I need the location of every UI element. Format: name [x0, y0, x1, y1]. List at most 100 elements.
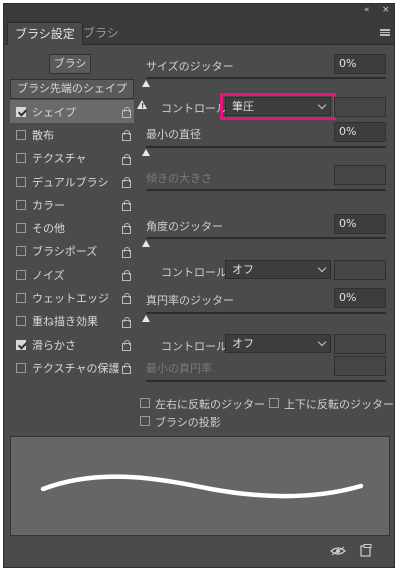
- lock-icon[interactable]: [121, 316, 131, 328]
- lock-icon[interactable]: [121, 339, 131, 351]
- control-select-3[interactable]: オフ: [225, 334, 331, 353]
- min-roundness-value: [334, 356, 386, 376]
- size-jitter-value[interactable]: 0%: [334, 54, 386, 74]
- category-checkbox[interactable]: [16, 199, 26, 210]
- bottom-toolbar: [4, 537, 394, 567]
- category-label: ブラシポーズ: [32, 245, 98, 259]
- eye-icon[interactable]: [330, 546, 346, 556]
- lock-icon[interactable]: [121, 223, 131, 235]
- angle-jitter-value[interactable]: 0%: [334, 214, 386, 234]
- lock-icon[interactable]: [121, 246, 131, 258]
- roundness-jitter-slider[interactable]: [146, 312, 386, 314]
- brush-button[interactable]: ブラシ: [49, 54, 91, 74]
- category-item[interactable]: 重ね描き効果: [10, 310, 134, 333]
- category-item[interactable]: ウェットエッジ: [10, 286, 134, 309]
- min-diameter-slider[interactable]: [146, 146, 386, 148]
- stroke-preview-graphic: [40, 474, 364, 499]
- category-item[interactable]: 滑らかさ: [10, 333, 134, 356]
- roundness-jitter-label: 真円率のジッター: [146, 294, 234, 307]
- roundness-jitter-value[interactable]: 0%: [334, 288, 386, 308]
- new-preset-icon[interactable]: [360, 544, 372, 557]
- min-diameter-label: 最小の直径: [146, 128, 201, 141]
- tab-brush[interactable]: ブラシ: [76, 22, 126, 45]
- category-label: デュアルブラシ: [32, 175, 109, 189]
- size-jitter-label: サイズのジッター: [146, 60, 234, 73]
- tilt-scale-value: [334, 165, 386, 185]
- control-select-2-value: オフ: [232, 263, 254, 276]
- category-item[interactable]: ノイズ: [10, 263, 134, 286]
- category-item[interactable]: その他: [10, 216, 134, 239]
- category-checkbox[interactable]: [16, 293, 26, 304]
- min-diameter-value[interactable]: 0%: [334, 122, 386, 142]
- brush-stroke-preview: [10, 436, 390, 536]
- lock-icon[interactable]: [121, 153, 131, 165]
- tilt-scale-label: 傾きの大きさ: [146, 172, 212, 185]
- control-2-extra-field: [334, 260, 386, 280]
- category-checkbox[interactable]: [16, 316, 26, 327]
- close-icon[interactable]: ×: [382, 5, 390, 16]
- size-jitter-slider-thumb[interactable]: [142, 80, 150, 87]
- category-label: その他: [32, 222, 65, 236]
- tab-brush-settings[interactable]: ブラシ設定: [7, 22, 83, 45]
- lock-icon[interactable]: [121, 293, 131, 305]
- category-checkbox[interactable]: [16, 246, 26, 257]
- flip-y-checkbox[interactable]: [269, 398, 279, 408]
- control-select-3-value: オフ: [232, 337, 254, 350]
- angle-jitter-label: 角度のジッター: [146, 220, 223, 233]
- lock-icon[interactable]: [121, 130, 131, 142]
- flip-x-checkbox[interactable]: [140, 398, 150, 408]
- lock-icon[interactable]: [121, 363, 131, 375]
- category-item[interactable]: テクスチャの保護: [10, 356, 134, 379]
- category-checkbox[interactable]: [16, 153, 26, 164]
- size-jitter-slider[interactable]: [146, 77, 386, 79]
- category-item[interactable]: シェイプ: [10, 100, 134, 124]
- control-select-2[interactable]: オフ: [225, 260, 331, 279]
- min-roundness-label: 最小の真円率: [146, 362, 212, 375]
- category-label: テクスチャの保護: [32, 361, 120, 375]
- lock-icon[interactable]: [121, 107, 131, 118]
- category-checkbox[interactable]: [16, 223, 26, 234]
- brush-projection-checkbox[interactable]: [140, 416, 150, 426]
- category-checkbox[interactable]: [16, 362, 26, 373]
- chevron-down-icon: [317, 337, 327, 347]
- lock-icon[interactable]: [121, 200, 131, 212]
- panel-top-strip: « ×: [4, 4, 394, 18]
- category-item[interactable]: カラー: [10, 193, 134, 216]
- category-label: カラー: [32, 198, 65, 212]
- category-checkbox[interactable]: [16, 269, 26, 280]
- highlight-box: [220, 93, 336, 120]
- chevron-down-icon: [317, 263, 327, 273]
- panel-menu-icon[interactable]: [380, 29, 390, 36]
- category-label: ウェットエッジ: [32, 292, 109, 306]
- category-checkbox[interactable]: [16, 129, 26, 140]
- category-item[interactable]: 散布: [10, 123, 134, 146]
- category-checkbox[interactable]: [16, 176, 26, 187]
- control-1-extra-field: [334, 97, 386, 117]
- category-label: テクスチャ: [32, 152, 87, 166]
- angle-jitter-slider[interactable]: [146, 237, 386, 239]
- category-item[interactable]: ブラシポーズ: [10, 240, 134, 263]
- min-diameter-slider-thumb[interactable]: [142, 149, 150, 156]
- lock-icon[interactable]: [121, 176, 131, 188]
- category-checkbox[interactable]: [16, 106, 26, 117]
- category-label: シェイプ: [32, 105, 76, 119]
- category-label: ノイズ: [32, 268, 65, 282]
- category-label: 散布: [32, 128, 54, 142]
- control-3-extra-field: [334, 334, 386, 354]
- settings-category-list: シェイプ散布テクスチャデュアルブラシ カラーその他ブラシポーズ ノイズウェットエッジ…: [10, 100, 134, 380]
- collapse-icon[interactable]: «: [364, 5, 370, 16]
- category-item[interactable]: テクスチャ: [10, 147, 134, 170]
- category-label: 重ね描き効果: [32, 315, 98, 329]
- brush-settings-panel: « × ブラシ設定 ブラシ ブラシ ブラシ先端のシェイプ シェイプ散布テクスチャ…: [3, 3, 395, 568]
- warning-icon: !: [137, 100, 147, 110]
- min-roundness-slider: [146, 380, 386, 382]
- category-checkbox[interactable]: [16, 339, 26, 350]
- lock-icon[interactable]: [121, 270, 131, 282]
- brush-projection-label: ブラシの投影: [155, 416, 221, 429]
- flip-y-label: 上下に反転のジッター: [284, 398, 394, 411]
- angle-jitter-slider-thumb[interactable]: [142, 240, 150, 247]
- roundness-jitter-slider-thumb[interactable]: [142, 315, 150, 322]
- flip-x-label: 左右に反転のジッター: [155, 398, 265, 411]
- category-item[interactable]: デュアルブラシ: [10, 170, 134, 193]
- brush-tip-shape-button[interactable]: ブラシ先端のシェイプ: [10, 79, 134, 99]
